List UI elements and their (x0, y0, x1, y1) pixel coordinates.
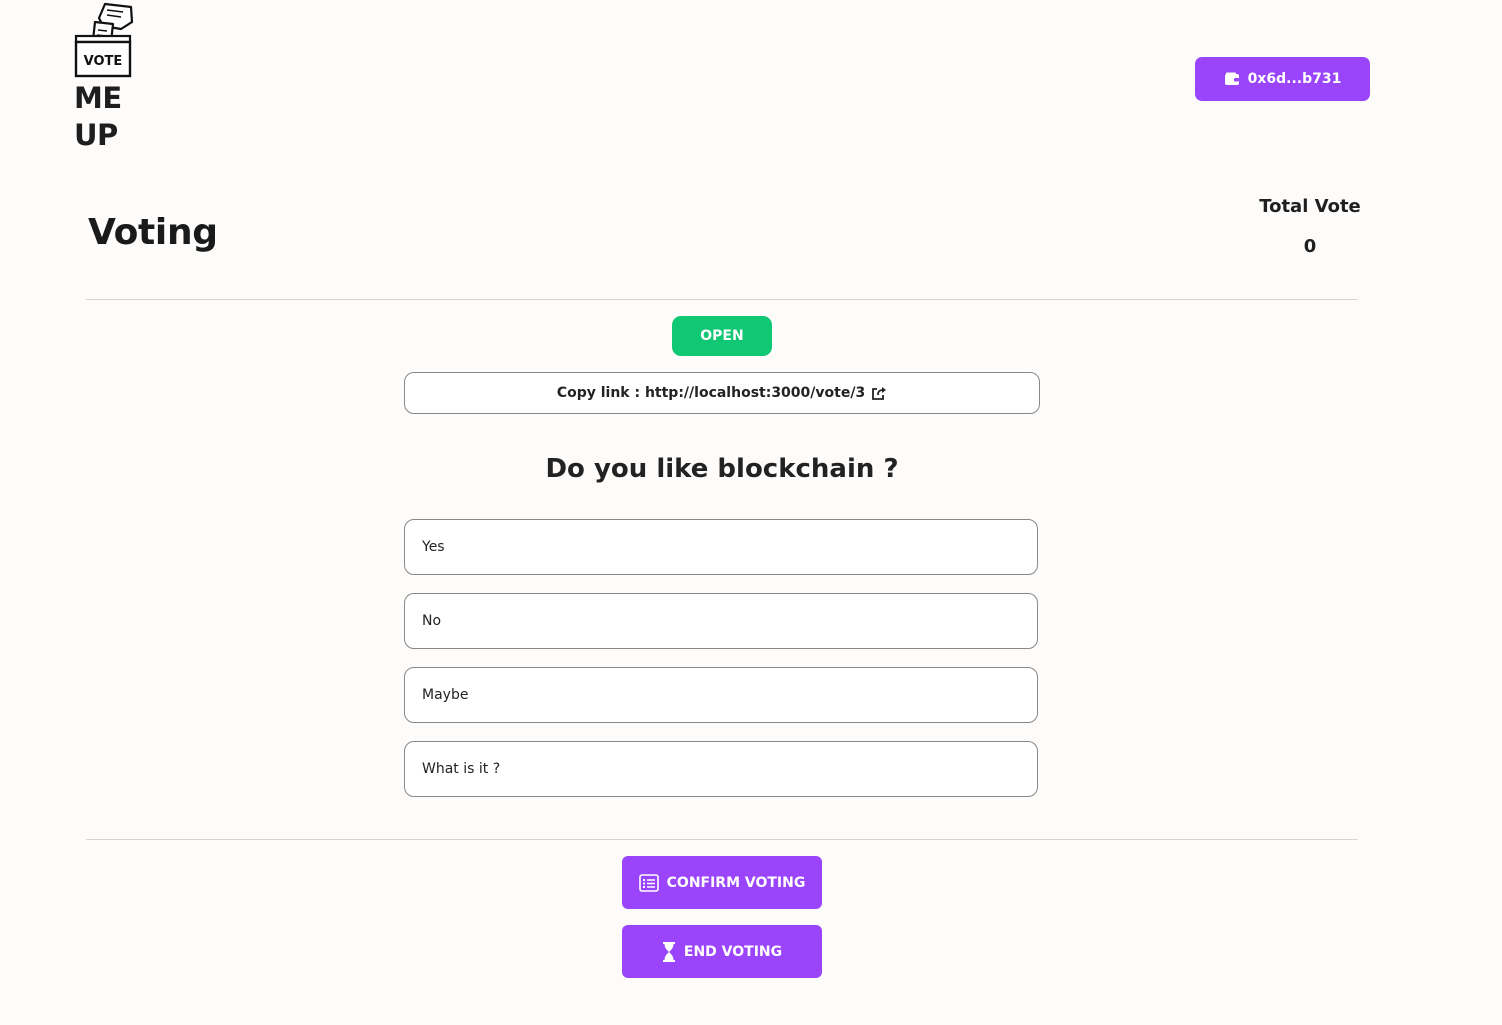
copy-link-button[interactable]: Copy link : http://localhost:3000/vote/3 (404, 372, 1040, 414)
logo: VOTE (73, 2, 135, 80)
confirm-voting-label: CONFIRM VOTING (666, 874, 806, 891)
question-title: Do you like blockchain ? (545, 454, 899, 484)
status-badge: OPEN (672, 316, 772, 356)
option-label: Yes (422, 539, 445, 555)
option-maybe[interactable]: Maybe (404, 667, 1038, 723)
brand-name-line2: UP (74, 118, 118, 152)
total-vote-label: Total Vote (1259, 196, 1361, 217)
divider-top (86, 299, 1358, 300)
ballot-box-icon: VOTE (74, 2, 134, 78)
brand-name: ME UP (74, 80, 122, 154)
total-vote-value: 0 (1303, 236, 1317, 257)
hourglass-icon (662, 941, 675, 962)
option-what-is-it[interactable]: What is it ? (404, 741, 1038, 797)
confirm-voting-button[interactable]: CONFIRM VOTING (622, 856, 822, 909)
divider-bottom (86, 839, 1358, 840)
option-label: No (422, 613, 442, 629)
copy-link-text: Copy link : http://localhost:3000/vote/3 (556, 385, 866, 401)
wallet-button[interactable]: 0x6d...b731 (1195, 57, 1370, 101)
option-label: Maybe (422, 687, 469, 703)
end-voting-label: END VOTING (683, 943, 783, 960)
svg-text:VOTE: VOTE (84, 54, 123, 69)
option-yes[interactable]: Yes (404, 519, 1038, 575)
end-voting-button[interactable]: END VOTING (622, 925, 822, 978)
wallet-icon (1224, 72, 1239, 85)
page-title: Voting (88, 212, 218, 253)
share-icon (872, 386, 887, 400)
option-label: What is it ? (422, 761, 501, 777)
brand-name-line1: ME (74, 81, 122, 115)
list-icon (638, 873, 659, 892)
option-no[interactable]: No (404, 593, 1038, 649)
wallet-address: 0x6d...b731 (1247, 71, 1342, 87)
